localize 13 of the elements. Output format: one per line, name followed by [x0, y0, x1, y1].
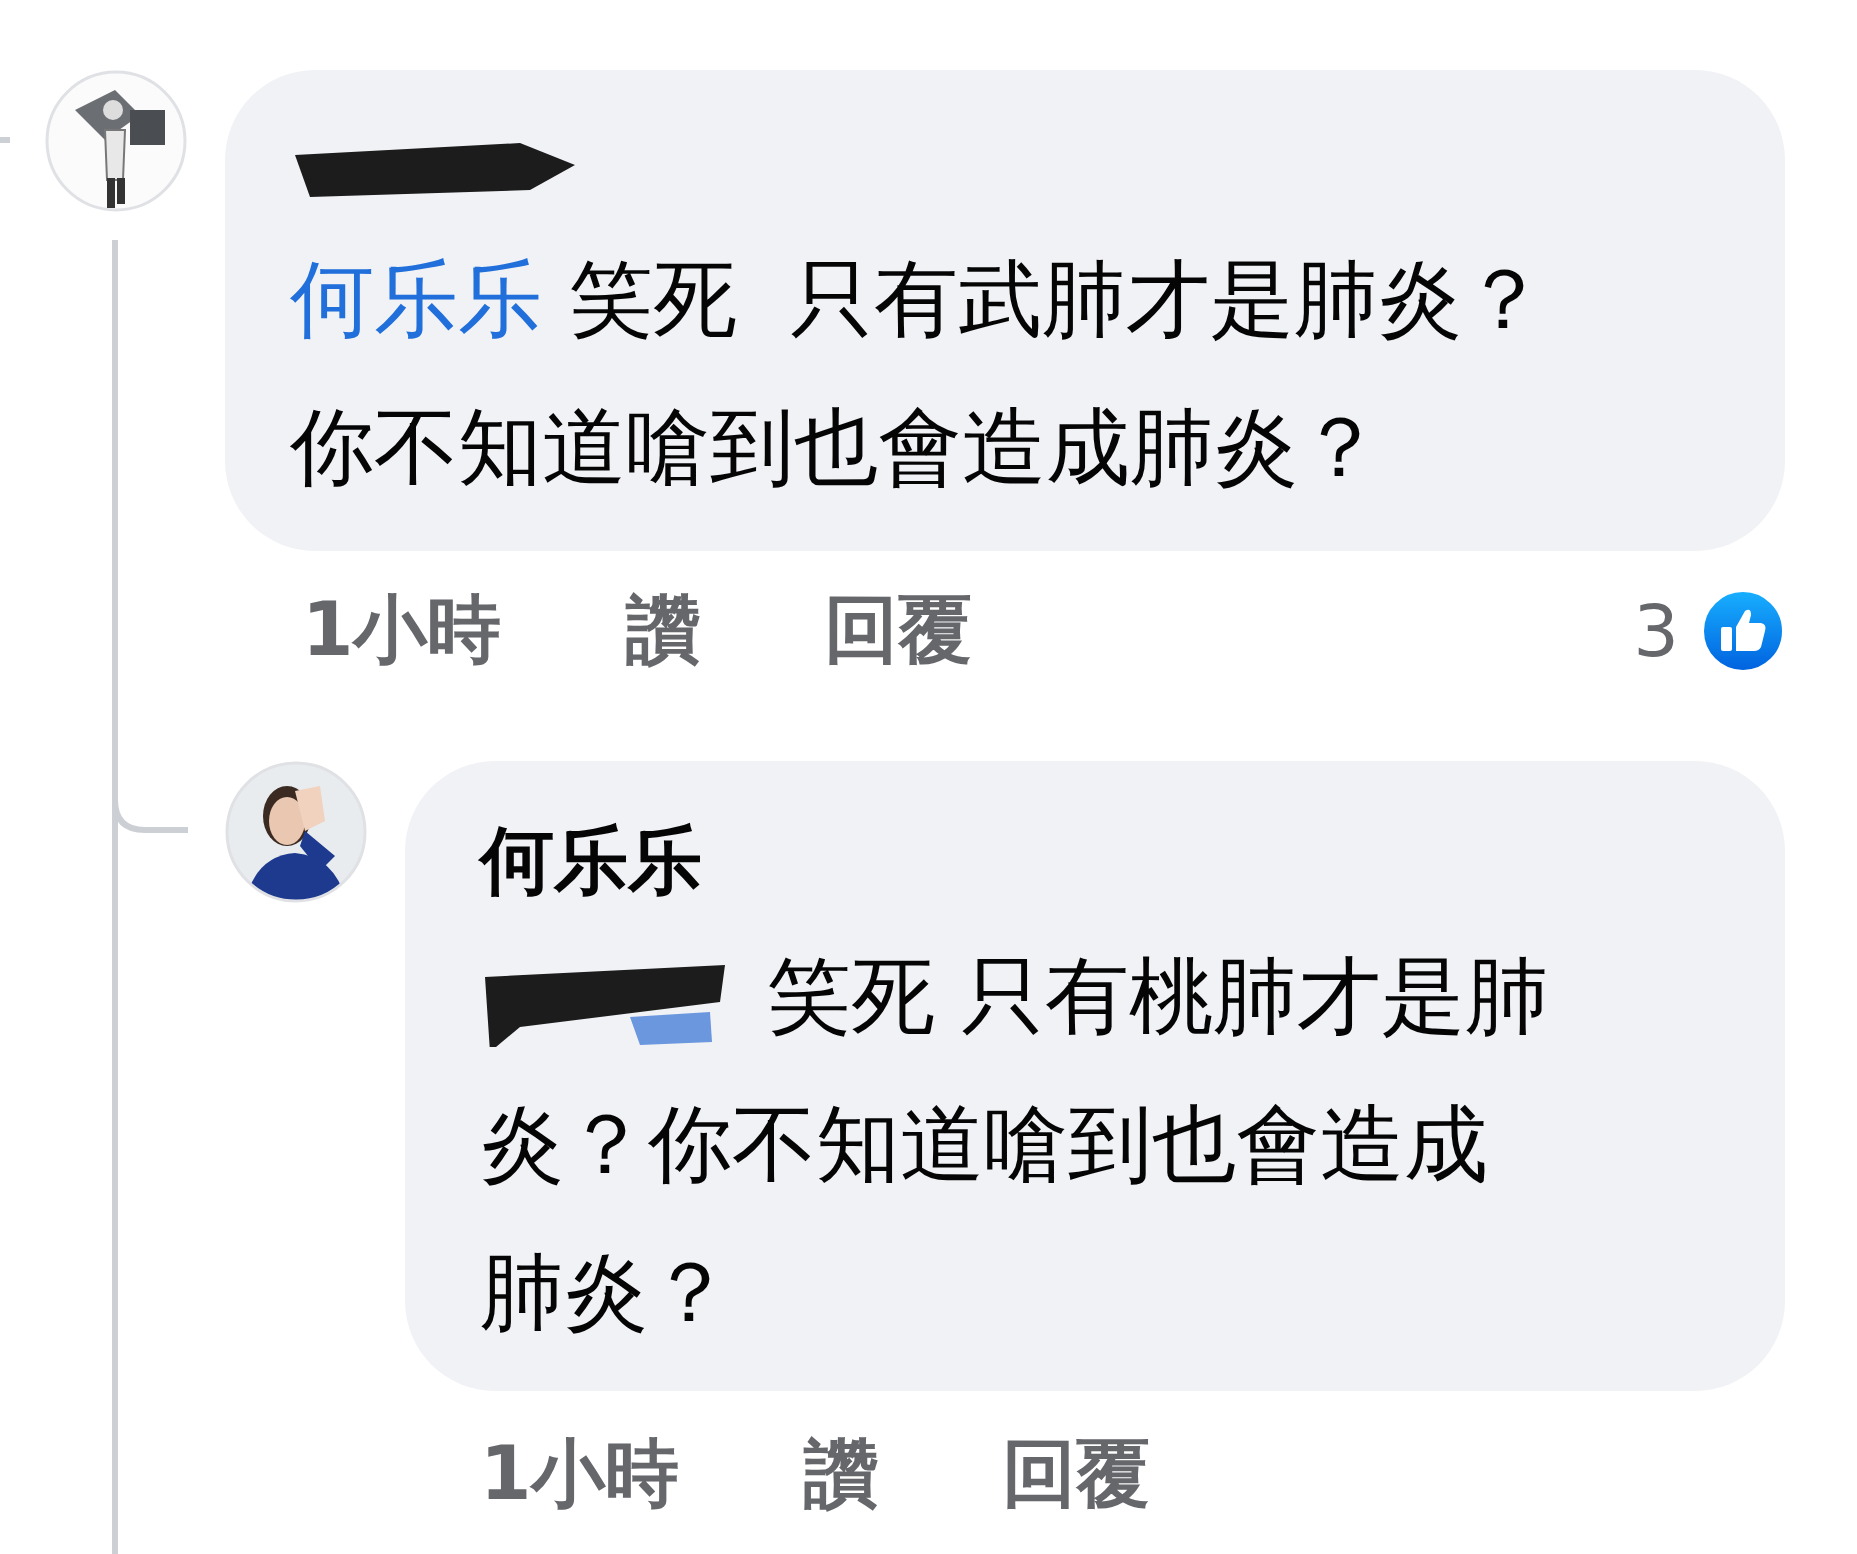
timestamp[interactable]: 1小時 [302, 581, 502, 681]
mention-link[interactable]: 何乐乐 [290, 250, 542, 348]
reply-button[interactable]: 回覆 [1001, 1425, 1150, 1525]
comment-text: 何乐乐 笑死 只有武肺才是肺炎？你不知道嗆到也會造成肺炎？ [290, 249, 1548, 498]
author-name[interactable]: 何乐乐 [480, 811, 702, 912]
thread-line [0, 137, 10, 143]
reaction-count: 3 [1633, 589, 1679, 673]
like-icon [1701, 589, 1785, 673]
reply-button[interactable]: 回覆 [823, 581, 972, 681]
comment-text: 笑死 只有桃肺才是肺炎？你不知道嗆到也會造成肺炎？ [480, 946, 1551, 1343]
like-button[interactable]: 讚 [625, 581, 700, 681]
like-button[interactable]: 讚 [803, 1425, 878, 1525]
timestamp[interactable]: 1小時 [480, 1425, 680, 1525]
